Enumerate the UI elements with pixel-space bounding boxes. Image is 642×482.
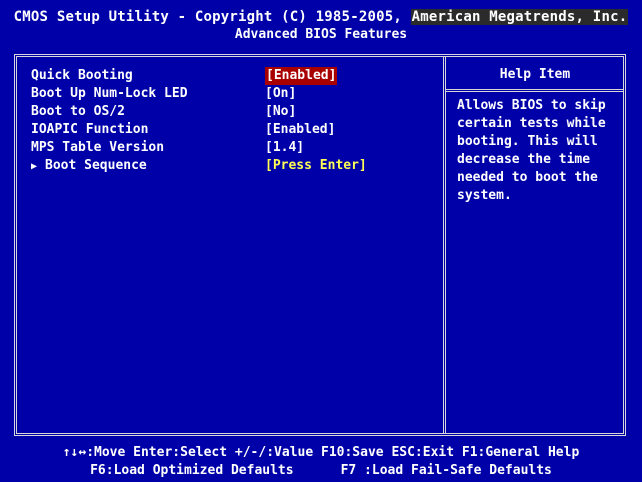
company-name: American Megatrends, Inc. (410, 9, 629, 25)
copyright-text: Setup Utility - Copyright (C) 1985-2005, (56, 9, 402, 25)
setting-boot-numlock[interactable]: Boot Up Num-Lock LED [On] (31, 85, 431, 103)
title-bar: CMOS Setup Utility - Copyright (C) 1985-… (0, 0, 642, 50)
key-help-line-2: F6:Load Optimized Defaults F7 :Load Fail… (0, 462, 642, 480)
setting-mps-table[interactable]: MPS Table Version [1.4] (31, 139, 431, 157)
setting-label-text: Boot Sequence (45, 158, 147, 173)
setting-label: Boot Up Num-Lock LED (31, 86, 188, 101)
setting-label: Quick Booting (31, 68, 133, 83)
panel-divider (443, 57, 446, 433)
setting-quick-booting[interactable]: Quick Booting [Enabled] (31, 67, 431, 85)
setting-label: IOAPIC Function (31, 122, 149, 137)
page-title: Advanced BIOS Features (234, 27, 408, 42)
setting-boot-sequence[interactable]: ▶ Boot Sequence [Press Enter] (31, 157, 431, 175)
help-title: Help Item (499, 67, 571, 82)
setting-value[interactable]: [No] (265, 103, 296, 121)
help-text: Allows BIOS to skip certain tests while … (457, 98, 606, 203)
key-help-footer: ↑↓↔:Move Enter:Select +/-/:Value F10:Sav… (0, 444, 642, 482)
key-help-f7: F7 :Load Fail-Safe Defaults (340, 463, 552, 478)
setting-value[interactable]: [1.4] (265, 139, 304, 157)
key-help-line-1: ↑↓↔:Move Enter:Select +/-/:Value F10:Sav… (62, 445, 580, 460)
setting-value[interactable]: [Press Enter] (265, 157, 367, 175)
setting-value[interactable]: [On] (265, 85, 296, 103)
help-separator (446, 89, 623, 92)
settings-list: Quick Booting [Enabled] Boot Up Num-Lock… (31, 67, 431, 175)
setting-label: ▶ Boot Sequence (31, 157, 147, 176)
setting-value[interactable]: [Enabled] (265, 121, 335, 139)
copyright-line: CMOS Setup Utility - Copyright (C) 1985-… (0, 0, 642, 28)
cmos-label: CMOS (13, 9, 49, 25)
setting-value[interactable]: [Enabled] (265, 67, 338, 85)
setting-label: MPS Table Version (31, 140, 165, 155)
key-help-f6: F6:Load Optimized Defaults (90, 463, 294, 478)
settings-frame: Quick Booting [Enabled] Boot Up Num-Lock… (14, 54, 626, 436)
setting-boot-to-os2[interactable]: Boot to OS/2 [No] (31, 103, 431, 121)
setting-ioapic[interactable]: IOAPIC Function [Enabled] (31, 121, 431, 139)
setting-label: Boot to OS/2 (31, 104, 125, 119)
submenu-arrow-icon: ▶ (31, 161, 38, 172)
